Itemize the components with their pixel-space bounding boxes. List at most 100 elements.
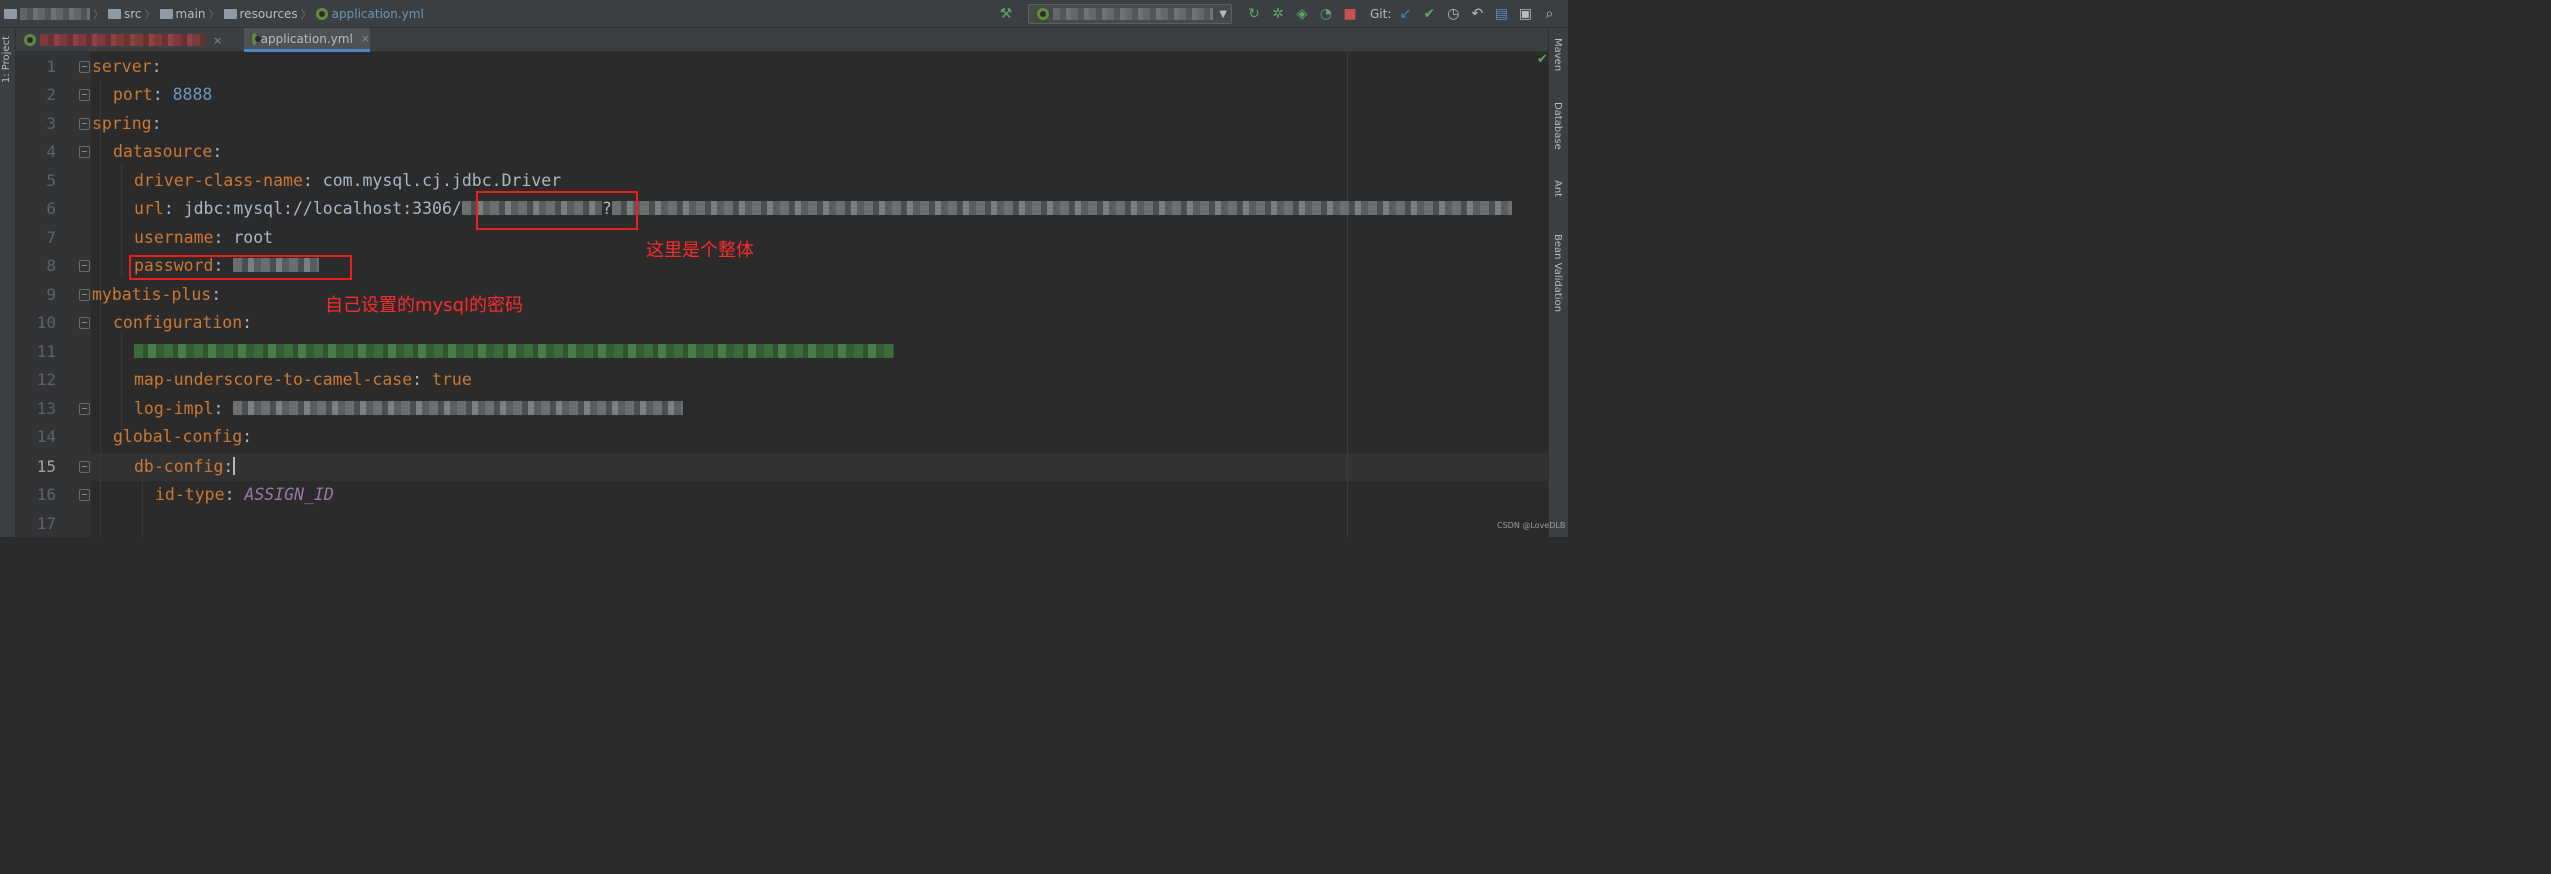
watermark: CSDN @LoveDLB <box>1497 521 1566 530</box>
folder-icon <box>108 9 121 19</box>
yaml-colon: : <box>242 313 253 332</box>
yaml-key: url <box>134 199 164 218</box>
debug-icon[interactable]: ✲ <box>1268 4 1288 24</box>
code-line: 13 log-impl: <box>16 395 1548 423</box>
breadcrumb-resources[interactable]: resources 〉 <box>223 6 316 22</box>
yaml-colon: : <box>224 485 235 504</box>
breadcrumb-src[interactable]: src 〉 <box>108 6 160 22</box>
project-folder-icon <box>4 9 17 19</box>
annotation-url-note: 这里是个整体 <box>646 240 754 261</box>
database-tool-button[interactable]: Database <box>1552 102 1563 150</box>
redacted-tab-label <box>40 34 205 46</box>
line-number: 11 <box>36 342 56 361</box>
breadcrumb-file[interactable]: application.yml <box>315 7 424 21</box>
fold-end-icon[interactable] <box>79 89 90 101</box>
breadcrumb-label: main <box>175 7 206 21</box>
hammer-icon[interactable]: ⚒ <box>996 4 1016 24</box>
run-configuration-select[interactable]: ▼ <box>1028 4 1232 24</box>
tab-application-yml[interactable]: application.yml × <box>244 28 370 52</box>
profile-icon[interactable]: ◔ <box>1316 4 1336 24</box>
yaml-colon: : <box>242 427 253 446</box>
yaml-key: map-underscore-to-camel-case <box>134 370 413 389</box>
rerun-icon[interactable]: ↻ <box>1244 4 1264 24</box>
spring-icon <box>24 34 36 46</box>
breadcrumb-file-label: application.yml <box>331 7 424 21</box>
maven-tool-button[interactable]: Maven <box>1552 38 1563 71</box>
fold-end-icon[interactable] <box>79 489 90 501</box>
line-number: 6 <box>46 199 56 218</box>
code-line: 14 global-config: <box>16 423 1548 451</box>
code-line: 11 <box>16 338 1548 366</box>
yaml-key: datasource <box>113 142 213 161</box>
yaml-colon: : <box>163 199 174 218</box>
git-label: Git: <box>1370 7 1392 21</box>
yaml-colon: : <box>412 370 423 389</box>
spring-yml-icon <box>315 8 328 20</box>
yaml-colon: : <box>302 171 313 190</box>
history-icon[interactable]: ◷ <box>1443 4 1463 24</box>
tab-label: application.yml <box>260 31 353 46</box>
search-icon[interactable]: ⌕ <box>1539 4 1559 24</box>
line-number: 5 <box>46 171 56 190</box>
yaml-key: mybatis-plus <box>92 285 212 304</box>
redacted-log-impl <box>233 401 684 415</box>
line-number: 8 <box>46 256 56 275</box>
fold-end-icon[interactable] <box>79 403 90 415</box>
breadcrumb-main[interactable]: main 〉 <box>159 6 224 22</box>
ant-tool-button[interactable]: Ant <box>1552 180 1563 197</box>
code-line: 17 <box>16 510 1548 537</box>
annotation-box-url <box>476 191 638 230</box>
yaml-number-value: 8888 <box>172 85 213 104</box>
tab-redacted[interactable]: × <box>16 28 241 52</box>
yaml-colon: : <box>213 399 224 418</box>
yaml-key: username <box>134 228 214 247</box>
git-update-icon[interactable]: ↙ <box>1395 4 1415 24</box>
yaml-key: port <box>113 85 153 104</box>
code-line: 7 username: root <box>16 224 1548 252</box>
project-structure-icon[interactable]: ▤ <box>1491 4 1511 24</box>
code-line-current: 15 db-config: <box>16 453 1548 481</box>
close-icon[interactable]: × <box>361 32 370 45</box>
code-line: 9 mybatis-plus: <box>16 281 1548 309</box>
line-number: 17 <box>36 514 56 533</box>
close-icon[interactable]: × <box>213 34 222 47</box>
yaml-key: driver-class-name <box>134 171 303 190</box>
terminal-icon[interactable]: ▣ <box>1515 4 1535 24</box>
redacted-comment <box>134 344 894 358</box>
fold-icon[interactable] <box>79 461 90 473</box>
revert-icon[interactable]: ↶ <box>1467 4 1487 24</box>
fold-icon[interactable] <box>79 146 90 158</box>
line-number: 16 <box>36 485 56 504</box>
yaml-value: jdbc:mysql://localhost:3306/ <box>183 199 462 218</box>
fold-icon[interactable] <box>79 289 90 301</box>
yaml-boolean-value: true <box>432 370 472 389</box>
coverage-icon[interactable]: ◈ <box>1292 4 1312 24</box>
code-editor[interactable]: 1 server: 2 port: 8888 3 spring: 4 datas… <box>16 52 1548 537</box>
right-tool-strip: Maven Database Ant Bean Validation <box>1548 28 1568 537</box>
navigation-bar: 〉 src 〉 main 〉 resources 〉 application.y… <box>0 0 1568 28</box>
redacted-project-name <box>20 8 90 20</box>
bean-validation-tool-button[interactable]: Bean Validation <box>1552 234 1563 312</box>
code-line: 2 port: 8888 <box>16 81 1548 109</box>
code-line: 16 id-type: ASSIGN_ID <box>16 481 1548 509</box>
breadcrumb-label: src <box>124 7 142 21</box>
line-number: 10 <box>36 313 56 332</box>
project-tool-button[interactable]: 1: Project <box>1 36 12 83</box>
git-commit-icon[interactable]: ✔ <box>1419 4 1439 24</box>
fold-icon[interactable] <box>79 317 90 329</box>
line-number: 15 <box>36 457 56 476</box>
fold-icon[interactable] <box>79 61 90 73</box>
breadcrumb-project[interactable]: 〉 <box>4 6 108 22</box>
yaml-value: root <box>233 228 274 247</box>
redacted-run-config <box>1053 8 1213 20</box>
code-line: 4 datasource: <box>16 138 1548 166</box>
line-number: 14 <box>36 427 56 446</box>
code-line: 5 driver-class-name: com.mysql.cj.jdbc.D… <box>16 167 1548 195</box>
breadcrumb-label: resources <box>239 7 298 21</box>
code-line: 6 url: jdbc:mysql://localhost:3306/? <box>16 195 1548 223</box>
yaml-key: db-config <box>134 457 224 476</box>
fold-end-icon[interactable] <box>79 260 90 272</box>
inspection-ok-icon[interactable]: ✔ <box>1537 52 1548 67</box>
stop-icon[interactable]: ■ <box>1340 4 1360 24</box>
fold-icon[interactable] <box>79 118 90 130</box>
